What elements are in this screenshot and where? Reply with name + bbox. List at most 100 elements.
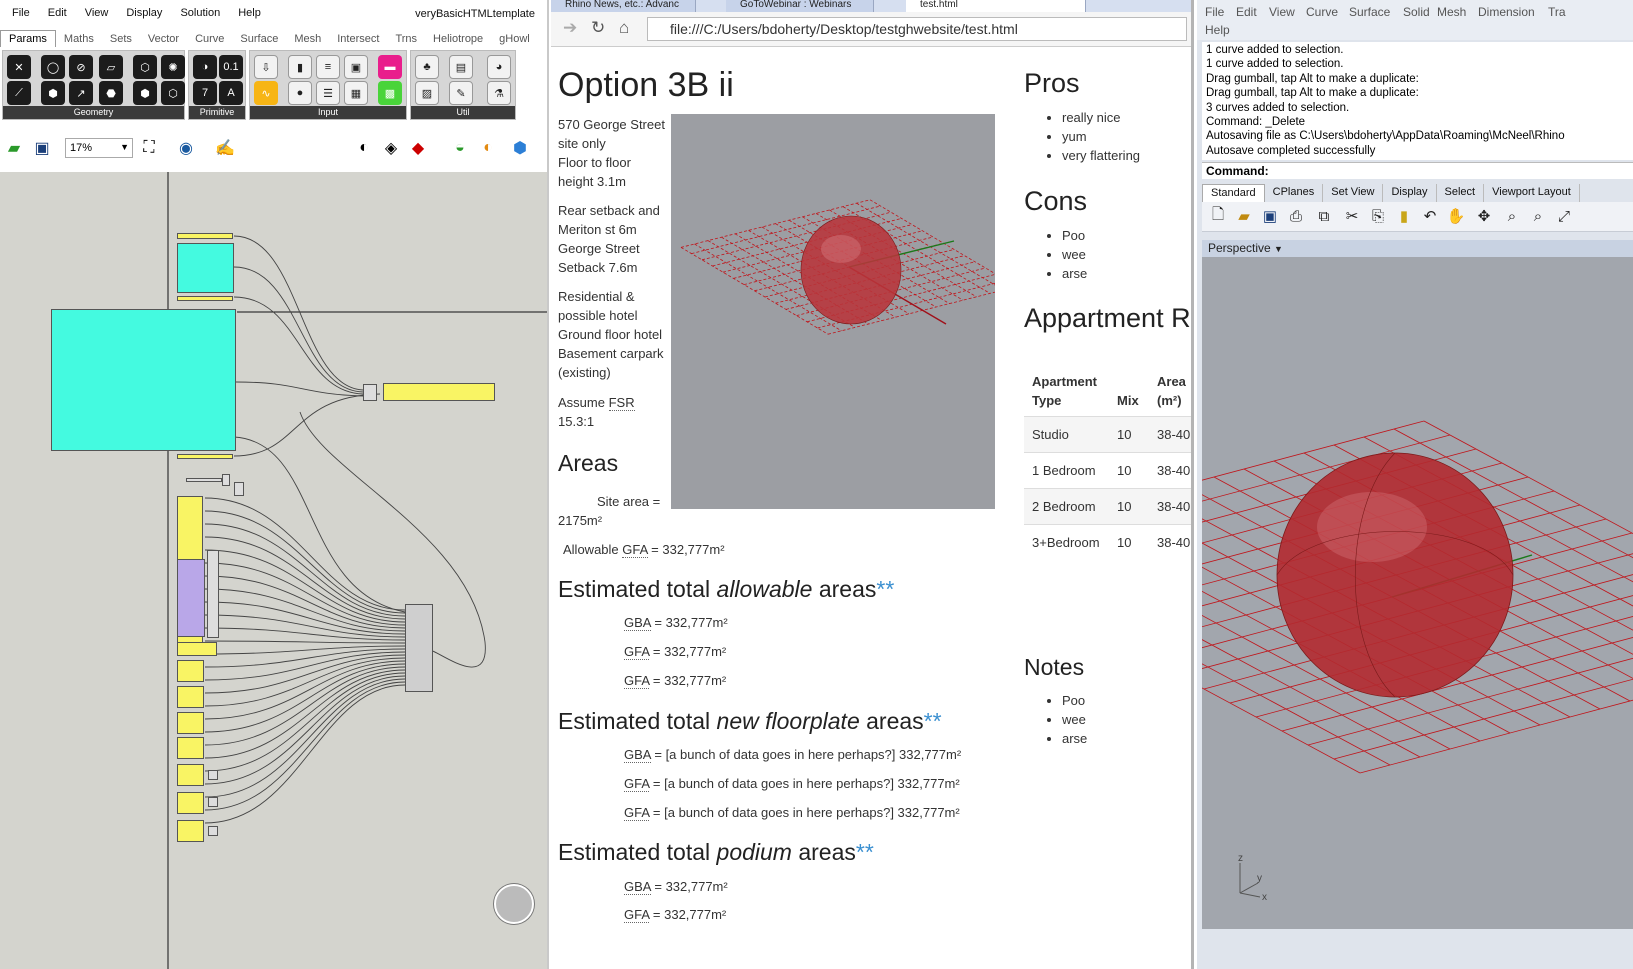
gh-panel-top[interactable] bbox=[177, 233, 233, 239]
browser-tab-gotowebinar[interactable]: GoToWebinar : Webinars bbox=[726, 0, 874, 12]
sketch-icon[interactable]: ✍ bbox=[213, 136, 237, 160]
tab-sets[interactable]: Sets bbox=[102, 31, 140, 47]
tab-curve[interactable]: Curve bbox=[187, 31, 232, 47]
gh-panel-d[interactable] bbox=[177, 660, 204, 682]
gh-small-param-a[interactable] bbox=[222, 474, 230, 486]
rhino-menu-view[interactable]: View bbox=[1269, 5, 1295, 19]
undo-icon[interactable]: ↶ bbox=[1420, 206, 1440, 226]
rhino-menu-edit[interactable]: Edit bbox=[1236, 5, 1257, 19]
gh-output-panel[interactable] bbox=[383, 383, 495, 401]
toggle-icon[interactable]: ▮ bbox=[288, 55, 312, 79]
slider-icon[interactable]: ≡ bbox=[316, 55, 340, 79]
plane-param-icon[interactable]: ⬣ bbox=[99, 81, 123, 105]
gh-panel-g[interactable] bbox=[177, 737, 204, 759]
report-icon[interactable]: ▤ bbox=[449, 55, 473, 79]
circle-param-icon[interactable]: ◯ bbox=[41, 55, 65, 79]
gh-param-j[interactable] bbox=[208, 826, 218, 836]
gh-panel-a[interactable] bbox=[177, 296, 233, 301]
tab-mesh[interactable]: Mesh bbox=[286, 31, 329, 47]
pan-icon[interactable]: ✋ bbox=[1446, 206, 1466, 226]
gh-small-component[interactable] bbox=[186, 478, 222, 482]
preview-wire-icon[interactable]: ◈ bbox=[379, 136, 403, 160]
boolean-param-icon[interactable]: ◑ bbox=[193, 55, 217, 79]
gh-menu-display[interactable]: Display bbox=[117, 7, 171, 19]
gh-canvas[interactable] bbox=[0, 172, 547, 969]
rhino-menu-transform[interactable]: Tra bbox=[1548, 5, 1566, 19]
gh-menu-view[interactable]: View bbox=[76, 7, 118, 19]
reload-icon[interactable]: ↻ bbox=[591, 18, 605, 38]
graph-mapper-icon[interactable]: ∿ bbox=[254, 81, 278, 105]
print-icon[interactable]: ⎙ bbox=[1286, 206, 1306, 226]
value-list-icon[interactable]: ☰ bbox=[316, 81, 340, 105]
gh-group-large[interactable] bbox=[51, 309, 236, 451]
gh-panel-i[interactable] bbox=[177, 792, 204, 814]
footnote-link[interactable]: ** bbox=[876, 576, 894, 602]
point-param-icon[interactable]: ✕ bbox=[7, 55, 31, 79]
viewport-title[interactable]: Perspective ▼ bbox=[1202, 240, 1633, 257]
zoom-window-icon[interactable]: ⌕ bbox=[1528, 206, 1548, 226]
tab-intersect[interactable]: Intersect bbox=[329, 31, 387, 47]
color-icon[interactable]: ◕ bbox=[487, 55, 511, 79]
box-param-icon[interactable]: ⬡ bbox=[133, 55, 157, 79]
gh-small-param-b[interactable] bbox=[234, 482, 244, 496]
tab-params[interactable]: Params bbox=[0, 30, 56, 47]
gh-param-h[interactable] bbox=[208, 770, 218, 780]
open-file-icon[interactable]: ▰ bbox=[2, 136, 26, 160]
tab-cplanes[interactable]: CPlanes bbox=[1265, 184, 1324, 202]
open-folder-icon[interactable]: ▰ bbox=[1234, 206, 1254, 226]
gh-menu-file[interactable]: File bbox=[0, 7, 39, 19]
zoom-dropdown[interactable]: 17% ▼ bbox=[65, 138, 133, 158]
perspective-viewport[interactable]: z y x bbox=[1197, 257, 1633, 929]
number-param-icon[interactable]: 0.1 bbox=[219, 55, 243, 79]
footnote-link[interactable]: ** bbox=[924, 708, 942, 734]
rotate-view-icon[interactable]: ✥ bbox=[1474, 206, 1494, 226]
gh-panel-b[interactable] bbox=[177, 454, 233, 459]
tab-surface[interactable]: Surface bbox=[232, 31, 286, 47]
surface-param-icon[interactable]: ▱ bbox=[99, 55, 123, 79]
tab-display[interactable]: Display bbox=[1383, 184, 1437, 202]
flask-icon[interactable]: ⚗ bbox=[487, 81, 511, 105]
tab-vector[interactable]: Vector bbox=[140, 31, 187, 47]
gh-menu-solution[interactable]: Solution bbox=[171, 7, 229, 19]
cut-icon[interactable]: ✂ bbox=[1342, 206, 1362, 226]
command-input[interactable]: Command: bbox=[1202, 162, 1633, 179]
integer-param-icon[interactable]: 7 bbox=[193, 81, 217, 105]
button-icon[interactable]: ● bbox=[288, 81, 312, 105]
eye-icon[interactable]: ◉ bbox=[174, 136, 198, 160]
address-bar[interactable]: file:///C:/Users/bdoherty/Desktop/testgh… bbox=[647, 17, 1187, 41]
tree-icon[interactable]: ♣ bbox=[415, 55, 439, 79]
tab-standard[interactable]: Standard bbox=[1202, 184, 1265, 202]
gh-menu-edit[interactable]: Edit bbox=[39, 7, 76, 19]
curve-param-icon[interactable]: ⊘ bbox=[69, 55, 93, 79]
home-icon[interactable]: ⌂ bbox=[619, 18, 629, 38]
spelling-icon[interactable]: ✎ bbox=[449, 81, 473, 105]
preview-selected-icon[interactable]: ◆ bbox=[406, 136, 430, 160]
gh-purple-group[interactable] bbox=[177, 559, 205, 637]
zoom-extents-icon[interactable]: ⛶ bbox=[137, 136, 161, 160]
save-icon[interactable]: ▣ bbox=[1260, 206, 1280, 226]
gh-panel-j[interactable] bbox=[177, 820, 204, 842]
gh-panel-h[interactable] bbox=[177, 764, 204, 786]
zoom-icon[interactable]: ⌕ bbox=[1502, 206, 1522, 226]
copy-icon[interactable]: ⎘ bbox=[1368, 206, 1388, 226]
new-file-icon[interactable]: 🗋 bbox=[1208, 206, 1228, 226]
zoom-extents-icon[interactable]: ⤢ bbox=[1554, 206, 1574, 226]
panel-icon[interactable]: ▣ bbox=[344, 55, 368, 79]
chart-icon[interactable]: ▨ bbox=[415, 81, 439, 105]
gh-panel-f[interactable] bbox=[177, 712, 204, 734]
rhino-menu-curve[interactable]: Curve bbox=[1306, 5, 1338, 19]
gh-panel-c[interactable] bbox=[177, 642, 217, 656]
vector-param-icon[interactable]: ↗ bbox=[69, 81, 93, 105]
material-icon[interactable]: ◐ bbox=[476, 136, 500, 160]
save-icon[interactable]: ▣ bbox=[30, 136, 54, 160]
paste-icon[interactable]: ▮ bbox=[1394, 206, 1414, 226]
browser-tab-rhino-news[interactable]: Rhino News, etc.: Advanc bbox=[551, 0, 696, 12]
tab-maths[interactable]: Maths bbox=[56, 31, 102, 47]
rhino-menu-surface[interactable]: Surface bbox=[1349, 5, 1390, 19]
rhino-menu-file[interactable]: File bbox=[1205, 5, 1224, 19]
geometry-param-icon[interactable]: ⬡ bbox=[161, 81, 185, 105]
mesh-param-icon[interactable]: ✺ bbox=[161, 55, 185, 79]
browser-tab-test-html[interactable]: test.html bbox=[906, 0, 1086, 12]
tab-viewport-layout[interactable]: Viewport Layout bbox=[1484, 184, 1580, 202]
tab-select[interactable]: Select bbox=[1437, 184, 1485, 202]
